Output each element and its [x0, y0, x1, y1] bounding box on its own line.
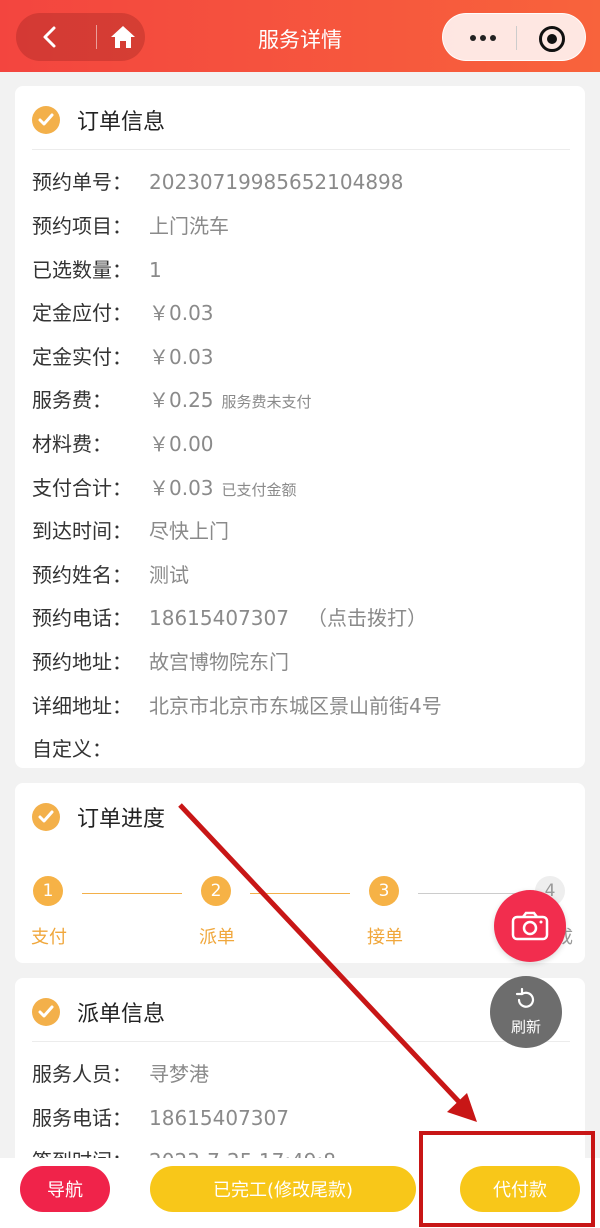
phone-link[interactable]: 18615407307: [149, 606, 289, 630]
order-number-row: 预约单号： 20230719985652104898: [32, 166, 404, 195]
row-value: ￥0.03: [149, 476, 214, 500]
row-label: 服务人员：: [32, 1062, 132, 1086]
deposit-due-row: 定金应付： ￥0.03: [32, 297, 214, 326]
row-label: 定金应付：: [32, 301, 132, 325]
row-value: 寻梦港: [149, 1062, 209, 1086]
row-label: 预约姓名：: [32, 563, 132, 587]
capsule-divider: [516, 26, 517, 50]
row-value: 上门洗车: [149, 214, 229, 238]
card-title: 订单信息: [77, 110, 166, 135]
step-1-label: 支付: [31, 927, 67, 948]
row-value: 20230719985652104898: [149, 170, 404, 194]
close-miniprogram-button[interactable]: [539, 26, 565, 52]
camera-icon: [511, 911, 549, 941]
annotation-highlight-box: [419, 1131, 595, 1227]
step-connector: [418, 893, 518, 894]
row-value: 尽快上门: [149, 519, 229, 543]
navigate-button[interactable]: 导航: [20, 1166, 110, 1212]
row-label: 预约地址：: [32, 650, 132, 674]
divider: [32, 149, 570, 150]
row-label: 材料费：: [32, 432, 112, 456]
card-title: 派单信息: [77, 1002, 166, 1027]
deposit-paid-row: 定金实付： ￥0.03: [32, 341, 214, 370]
call-hint[interactable]: （点击拨打）: [307, 602, 427, 631]
step-3-dot: 3: [369, 876, 399, 906]
service-phone-row: 服务电话： 18615407307: [32, 1102, 289, 1131]
row-value: 18615407307: [149, 1106, 289, 1130]
staff-row: 服务人员： 寻梦港: [32, 1058, 209, 1087]
custom-row: 自定义：: [32, 733, 149, 762]
row-value: 故宫博物院东门: [149, 650, 289, 674]
customer-phone-row[interactable]: 预约电话： 18615407307 （点击拨打）: [32, 602, 427, 631]
step-1-dot: 1: [33, 876, 63, 906]
service-item-row: 预约项目： 上门洗车: [32, 210, 229, 239]
refresh-button[interactable]: 刷新: [490, 976, 562, 1048]
row-label: 支付合计：: [32, 476, 132, 500]
row-value: ￥0.03: [149, 345, 214, 369]
target-icon: [547, 34, 557, 44]
detail-address-row: 详细地址： 北京市北京市东城区景山前街4号: [32, 690, 442, 719]
row-value: ￥0.03: [149, 301, 214, 325]
step-3-label: 接单: [367, 927, 403, 948]
top-bar: 服务详情: [0, 0, 600, 72]
card-header: 派单信息: [32, 996, 165, 1028]
finished-edit-balance-button[interactable]: 已完工(修改尾款): [150, 1166, 416, 1212]
row-label: 预约单号：: [32, 170, 132, 194]
check-circle-icon: [32, 106, 60, 134]
row-label: 服务电话：: [32, 1106, 132, 1130]
refresh-label: 刷新: [510, 1017, 541, 1036]
material-fee-row: 材料费： ￥0.00: [32, 428, 214, 457]
quantity-row: 已选数量： 1: [32, 254, 162, 283]
row-value: ￥0.00: [149, 432, 214, 456]
row-note: 已支付金额: [221, 481, 297, 499]
step-connector: [82, 893, 182, 894]
camera-button[interactable]: [494, 890, 566, 962]
row-note: 服务费未支付: [221, 393, 312, 411]
more-menu-button[interactable]: [463, 25, 503, 51]
divider: [32, 1041, 570, 1042]
arrival-time-row: 到达时间： 尽快上门: [32, 515, 229, 544]
row-label: 服务费：: [32, 388, 112, 412]
step-2-label: 派单: [199, 927, 235, 948]
step-2-dot: 2: [201, 876, 231, 906]
payment-total-row: 支付合计： ￥0.03 已支付金额: [32, 472, 297, 501]
address-row: 预约地址： 故宫博物院东门: [32, 646, 289, 675]
step-connector: [250, 893, 350, 894]
row-label: 自定义：: [32, 737, 112, 761]
row-label: 预约项目：: [32, 214, 132, 238]
card-header: 订单信息: [32, 104, 165, 136]
customer-name-row: 预约姓名： 测试: [32, 559, 189, 588]
row-label: 预约电话：: [32, 606, 132, 630]
row-value: 测试: [149, 563, 189, 587]
row-label: 已选数量：: [32, 258, 132, 282]
check-circle-icon: [32, 998, 60, 1026]
row-label: 到达时间：: [32, 519, 132, 543]
service-fee-row: 服务费： ￥0.25 服务费未支付: [32, 384, 312, 413]
row-label: 定金实付：: [32, 345, 132, 369]
refresh-icon: [515, 987, 535, 1008]
miniprogram-capsule: [442, 13, 586, 61]
row-label: 详细地址：: [32, 694, 132, 718]
order-info-card: 订单信息 预约单号： 20230719985652104898 预约项目： 上门洗车…: [15, 86, 585, 768]
row-value: 1: [149, 258, 162, 282]
row-value: 北京市北京市东城区景山前街4号: [149, 694, 442, 718]
row-value: ￥0.25: [149, 388, 214, 412]
